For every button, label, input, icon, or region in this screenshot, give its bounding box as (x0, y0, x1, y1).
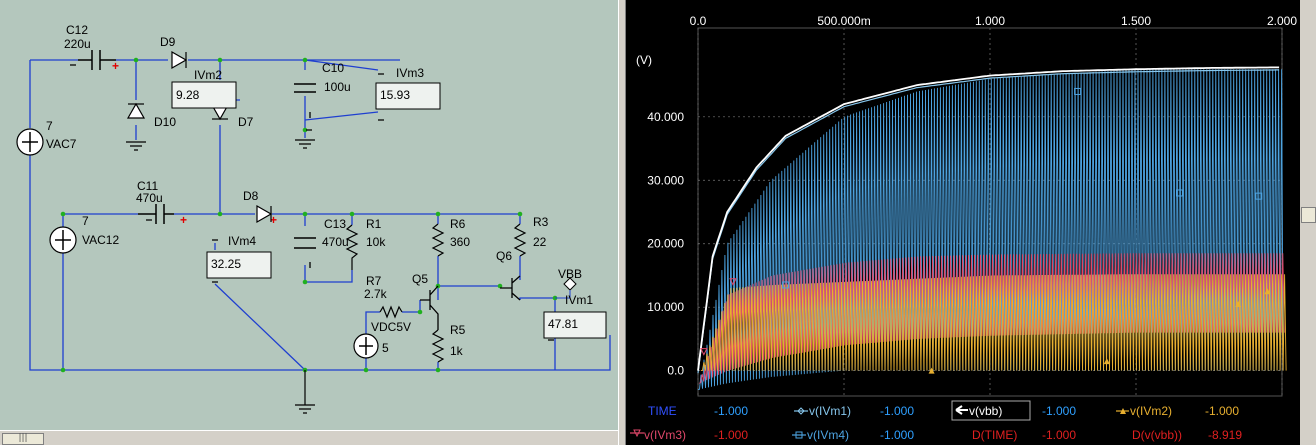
y-tick-label: 30.000 (647, 173, 684, 187)
y-unit-label: (V) (636, 53, 652, 67)
legend-time-value: -1.000 (714, 404, 748, 418)
vbb-name: VBB (558, 267, 582, 281)
waveform-plot-pane[interactable]: 0.0 500.000m 1.000 1.500 2.000 40.000 30.000 2… (626, 0, 1316, 445)
x-tick-label: 0.0 (690, 14, 707, 28)
legend-dvbb-label: D(v(vbb)) (1132, 428, 1182, 442)
legend-vbb-label: v(vbb) (969, 404, 1002, 418)
vac12-value: 7 (82, 214, 89, 228)
x-tick-label: 500.000m (817, 14, 870, 28)
scroll-grip-icon[interactable]: ||| (2, 433, 44, 445)
r6-value: 360 (450, 235, 470, 249)
c12-value: 220u (64, 37, 91, 51)
r3-value: 22 (533, 235, 547, 249)
r1-name: R1 (366, 217, 382, 231)
ivm1-name: IVm1 (565, 293, 593, 307)
legend-time-label: TIME (648, 404, 677, 418)
legend-ivm3-value: -1.000 (714, 428, 748, 442)
legend-vbb-icon (955, 405, 968, 415)
legend-ivm2-label: v(IVm2) (1130, 404, 1172, 418)
r7-name: R7 (366, 274, 382, 288)
c10-name: C10 (322, 61, 344, 75)
x-tick-label: 1.500 (1121, 14, 1151, 28)
legend-ivm4-value: -1.000 (880, 428, 914, 442)
transistor-icons (420, 275, 521, 330)
q6-name: Q6 (496, 249, 512, 263)
d9-name: D9 (160, 35, 176, 49)
ivm3-reading: 15.93 (380, 88, 410, 102)
schematic-canvas[interactable]: + + + C12 220u D9 D10 D7 C10 100u 7 VAC7… (0, 0, 618, 445)
y-tick-label: 40.000 (647, 110, 684, 124)
legend-ivm1-value: -1.000 (880, 404, 914, 418)
d10-name: D10 (154, 115, 176, 129)
legend-dtime-label: D(TIME) (972, 428, 1017, 442)
vac7-value: 7 (46, 119, 53, 133)
r6-name: R6 (450, 217, 466, 231)
c10-value: 100u (324, 80, 351, 94)
svg-text:+: + (112, 59, 119, 73)
c11-value: 470u (136, 191, 163, 205)
ivm3-name: IVm3 (396, 66, 424, 80)
x-tick-labels: 0.0 500.000m 1.000 1.500 2.000 (690, 14, 1298, 28)
horizontal-scrollbar[interactable]: ||| (0, 430, 618, 445)
ivm3-marker (700, 348, 708, 356)
ivm2-reading: 9.28 (176, 88, 200, 102)
y-tick-label: 0.0 (667, 364, 684, 378)
r3-name: R3 (533, 215, 549, 229)
d8-name: D8 (243, 189, 259, 203)
x-tick-label: 2.000 (1267, 14, 1297, 28)
vdc5v-name: VDC5V (371, 320, 411, 334)
vertical-scroll-thumb[interactable] (1301, 207, 1316, 223)
plot-traces (697, 66, 1287, 391)
wires (29, 59, 611, 371)
y-tick-labels: 40.000 30.000 20.000 10.000 0.0 (647, 110, 684, 378)
legend-ivm2-value: -1.000 (1205, 404, 1239, 418)
c13-value: 470u (322, 235, 349, 249)
vertical-scrollbar[interactable] (1300, 0, 1316, 445)
d7-name: D7 (238, 115, 254, 129)
vac12-name: VAC12 (82, 233, 119, 247)
x-tick-label: 1.000 (975, 14, 1005, 28)
ivm2-name: IVm2 (194, 68, 222, 82)
ivm4-reading: 32.25 (211, 257, 241, 271)
q5-name: Q5 (412, 272, 428, 286)
pane-splitter[interactable] (618, 0, 626, 445)
schematic-svg: ++ + C12 220u D9 D10 D7 C10 100u 7 VAC7 … (16, 23, 611, 414)
r5-name: R5 (450, 323, 466, 337)
ivm1-reading: 47.81 (548, 317, 578, 331)
r5-value: 1k (450, 344, 464, 358)
ivm4-name: IVm4 (228, 234, 256, 248)
legend-ivm1-label: v(IVm1) (809, 404, 851, 418)
legend-dtime-value: -1.000 (1042, 428, 1076, 442)
y-tick-label: 10.000 (647, 300, 684, 314)
r1-value: 10k (366, 235, 386, 249)
vdc5v-value: 5 (382, 341, 389, 355)
legend-ivm3-label: v(IVm3) (644, 428, 686, 442)
legend-vbb-value: -1.000 (1042, 404, 1076, 418)
r7-value: 2.7k (364, 287, 388, 301)
legend: TIME -1.000 v(IVm1) -1.000 v(vbb) -1.000… (630, 400, 1242, 442)
y-tick-label: 20.000 (647, 237, 684, 251)
c12-name: C12 (66, 23, 88, 37)
c13-name: C13 (324, 217, 346, 231)
legend-dvbb-value: -8.919 (1208, 428, 1242, 442)
vac7-name: VAC7 (46, 137, 77, 151)
svg-text:+: + (180, 213, 187, 227)
legend-ivm4-label: v(IVm4) (807, 428, 849, 442)
waveform-plot[interactable]: 0.0 500.000m 1.000 1.500 2.000 40.000 30.000 2… (626, 0, 1316, 445)
